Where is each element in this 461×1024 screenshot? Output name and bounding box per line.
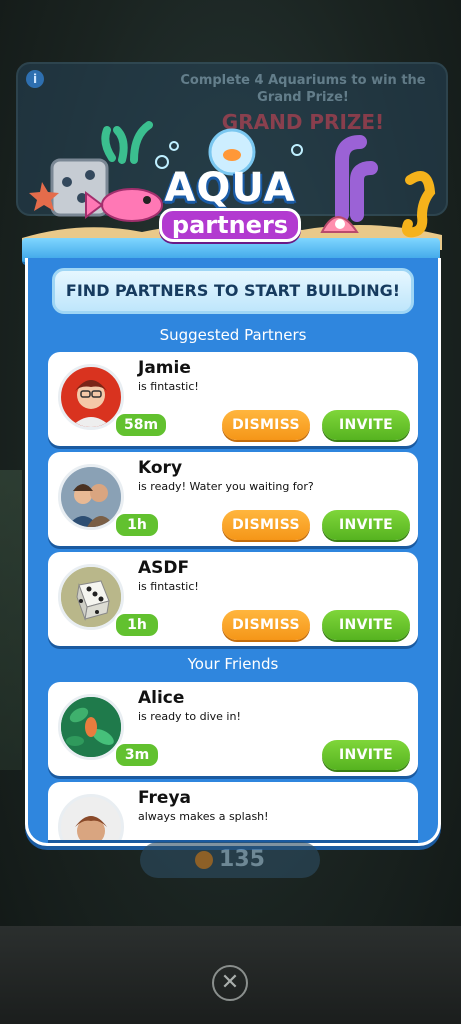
dismiss-button[interactable]: DISMISS: [222, 610, 310, 640]
partner-status: is ready! Water you waiting for?: [138, 480, 314, 493]
suggested-partners-heading: Suggested Partners: [159, 326, 307, 344]
coin-counter: 135: [140, 842, 320, 878]
timer-badge: 1h: [114, 512, 160, 538]
seahorse-icon: [401, 171, 436, 238]
purple-pipe-icon: [335, 135, 378, 222]
invite-button[interactable]: INVITE: [322, 610, 410, 640]
friend-card: 3m Alice is ready to dive in! INVITE: [48, 682, 418, 776]
background-board: [0, 470, 22, 770]
your-friends-heading: Your Friends: [187, 655, 279, 673]
partner-status: is fintastic!: [138, 380, 199, 393]
dice-icon: [61, 567, 121, 627]
partner-name: Kory: [138, 458, 183, 478]
timer-badge: 3m: [114, 742, 160, 768]
timer-badge: 58m: [114, 412, 169, 438]
coin-icon: [195, 851, 214, 869]
coin-count: 135: [219, 847, 265, 872]
avatar-photo-icon: [61, 467, 121, 527]
invite-button[interactable]: INVITE: [322, 510, 410, 540]
partner-name: Jamie: [138, 358, 191, 378]
friend-card: Freya always makes a splash!: [48, 782, 418, 840]
coral-icon: [101, 121, 153, 164]
avatar-person-icon: [75, 816, 107, 840]
logo-aqua-text: AQUA: [164, 165, 296, 211]
timer-badge: 1h: [114, 612, 160, 638]
partner-card: 58m Jamie is fintastic! DISMISS INVITE: [48, 352, 418, 446]
partner-card: 1h ASDF is fintastic! DISMISS INVITE: [48, 552, 418, 646]
avatar-leaves-icon: [61, 697, 121, 757]
friend-status: is ready to dive in!: [138, 710, 241, 723]
info-icon: i: [26, 70, 44, 88]
avatar: [58, 794, 124, 840]
invite-button[interactable]: INVITE: [322, 740, 410, 770]
invite-button[interactable]: INVITE: [322, 410, 410, 440]
friend-name: Alice: [138, 688, 185, 708]
logo-partners-text: partners: [158, 208, 302, 242]
partner-status: is fintastic!: [138, 580, 199, 593]
background-banner-text: Complete 4 Aquariums to win the Grand Pr…: [180, 73, 426, 105]
dismiss-button[interactable]: DISMISS: [222, 410, 310, 440]
partner-card: 1h Kory is ready! Water you waiting for?…: [48, 452, 418, 546]
friend-name: Freya: [138, 788, 191, 808]
dismiss-button[interactable]: DISMISS: [222, 510, 310, 540]
avatar-person-icon: [71, 380, 111, 427]
aqua-partners-logo: AQUA partners: [150, 168, 310, 242]
partner-name: ASDF: [138, 558, 190, 578]
find-partners-button[interactable]: FIND PARTNERS TO START BUILDING!: [52, 268, 414, 314]
aqua-partners-panel: FIND PARTNERS TO START BUILDING! Suggest…: [25, 258, 441, 846]
close-button[interactable]: ✕: [212, 965, 248, 1001]
friend-status: always makes a splash!: [138, 810, 269, 823]
